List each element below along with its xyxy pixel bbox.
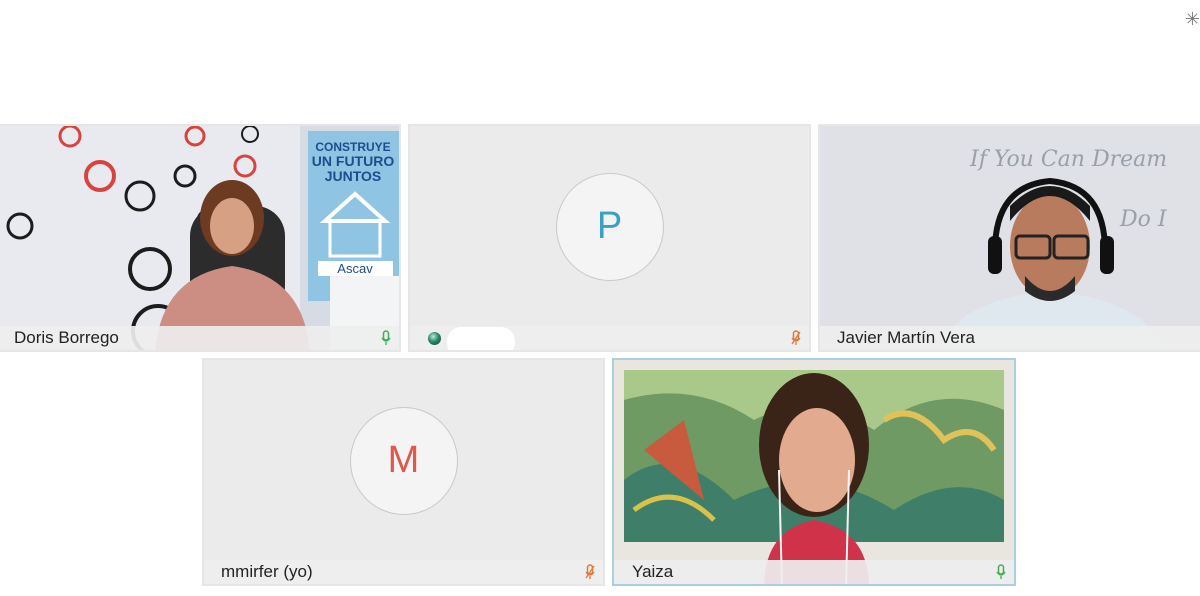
participant-name: mmirfer (yo) [221, 562, 313, 581]
participant-tile-p[interactable]: P [408, 124, 811, 352]
settings-icon[interactable]: ✳ [1185, 10, 1200, 28]
participant-namebar: Doris Borrego [0, 326, 399, 350]
mic-on-icon [996, 564, 1006, 579]
mic-on-icon [381, 330, 391, 345]
participant-video: CONSTRUYE UN FUTURO JUNTOS Ascav [0, 126, 399, 350]
participant-name: Doris Borrego [14, 328, 119, 347]
avatar-letter: P [596, 205, 623, 248]
participant-namebar: Javier Martín Vera [820, 326, 1200, 350]
participant-namebar: Yaiza [614, 560, 1014, 584]
participant-tile-doris[interactable]: CONSTRUYE UN FUTURO JUNTOS Ascav Doris B… [0, 124, 401, 352]
participant-tile-self[interactable]: M mmirfer (yo) [202, 358, 605, 586]
participant-tile-javier[interactable]: If You Can Dream Do I Javier Martín Vera [818, 124, 1200, 352]
connection-status-icon [428, 331, 441, 345]
mic-off-icon [791, 330, 801, 345]
svg-text:CONSTRUYE: CONSTRUYE [315, 140, 390, 154]
participant-namebar [410, 326, 809, 350]
svg-text:Ascav: Ascav [337, 261, 373, 276]
avatar-letter: M [387, 439, 420, 482]
participant-avatar: P [555, 172, 664, 281]
svg-text:Do I: Do I [1119, 207, 1168, 232]
mic-off-icon [585, 564, 595, 579]
participant-video [614, 360, 1014, 584]
redacted-name [447, 327, 515, 350]
participant-tile-yaiza[interactable]: Yaiza [612, 358, 1016, 586]
participant-name: Javier Martín Vera [837, 328, 975, 347]
participant-name: Yaiza [632, 562, 674, 581]
participant-avatar: M [349, 406, 458, 515]
participant-video: If You Can Dream Do I [820, 126, 1200, 350]
svg-text:JUNTOS: JUNTOS [325, 168, 382, 184]
svg-text:If You Can Dream: If You Can Dream [969, 147, 1167, 172]
svg-text:UN FUTURO: UN FUTURO [312, 153, 395, 169]
participant-namebar: mmirfer (yo) [204, 560, 603, 584]
